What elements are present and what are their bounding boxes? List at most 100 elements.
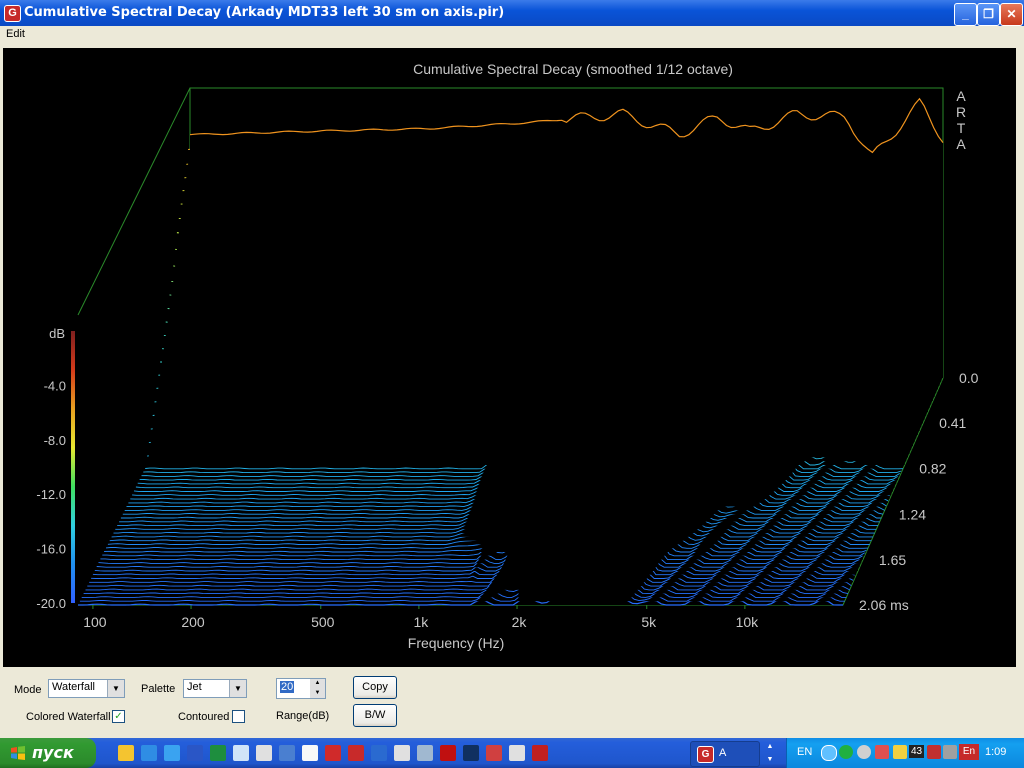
cherries-icon[interactable] [325,745,341,761]
keyboard-layout[interactable]: En [959,744,979,760]
language-indicator[interactable]: EN [797,746,812,758]
colorbar [71,331,75,603]
copy-button[interactable]: Copy [353,676,397,699]
time-tick-label: 0.82 [919,460,946,476]
palette-select[interactable]: Jet ▼ [183,679,247,698]
time-tick-label: 2.06 ms [859,597,909,613]
range-label: Range(dB) [276,710,330,722]
network-icon[interactable] [839,745,853,759]
start-label: пуск [32,743,74,762]
skull-icon[interactable] [509,745,525,761]
minimize-button[interactable]: _ [954,3,977,26]
mode-value: Waterfall [52,681,95,693]
maximize-button[interactable]: ❐ [977,3,1000,26]
close-button[interactable]: ✕ [1000,3,1023,26]
y-tick-label: -16.0 [36,542,66,557]
x-tick-label: 200 [181,614,205,630]
windows-flag-icon [11,746,25,760]
y-tick-label: -8.0 [44,433,66,448]
chevron-down-icon[interactable]: ▼ [107,680,124,697]
chevron-down-icon[interactable]: ▼ [229,680,246,697]
watermark-letter: R [956,104,966,120]
calc-icon[interactable] [256,745,272,761]
start-button[interactable]: пуск [0,738,96,768]
contoured-checkbox[interactable] [232,710,245,723]
excel-icon[interactable] [210,745,226,761]
menu-bar: Edit [0,26,1024,44]
time-tick-label: 1.24 [899,507,926,523]
task-label: A [719,747,727,759]
isis-icon[interactable] [371,745,387,761]
equalizer-icon[interactable] [927,745,941,759]
bw-button[interactable]: B/W [353,704,397,727]
tray-counter[interactable]: 43 [909,745,925,758]
time-tick-label: 0.0 [959,370,979,386]
power-icon[interactable] [532,745,548,761]
mode-select[interactable]: Waterfall ▼ [48,679,125,698]
waterfall-chart: Cumulative Spectral Decay (smoothed 1/12… [36,61,979,651]
y-axis-label: dB [49,326,65,341]
x-tick-label: 100 [83,614,107,630]
photoshop-icon[interactable] [463,745,479,761]
range-input[interactable]: 20 [280,681,295,693]
system-tray: EN 43 En 1:09 [786,738,1024,768]
watermark-letter: T [957,120,966,136]
window-title: Cumulative Spectral Decay (Arkady MDT33 … [24,5,505,20]
range-spinner[interactable]: 20 ▲ ▼ [276,678,326,699]
cloud-icon[interactable] [233,745,249,761]
y-tick-label: -4.0 [44,378,66,393]
media-icon[interactable] [279,745,295,761]
app-icon[interactable]: G [4,5,21,22]
decay-slice-line [78,584,843,606]
taskbar: пуск G A ▲ ▼ EN 43 En 1:09 [0,738,1024,768]
task-scroll[interactable]: ▲ ▼ [763,740,777,766]
contoured-label: Contoured [178,711,230,723]
title-bar: G Cumulative Spectral Decay (Arkady MDT3… [0,0,1024,26]
time-tick-label: 1.65 [879,552,906,568]
shield-icon[interactable] [893,745,907,759]
app-icon: G [697,746,714,763]
tool-icon[interactable] [302,745,318,761]
colored-waterfall-label: Colored Waterfall [26,711,111,723]
slice-mask [190,98,943,378]
x-tick-label: 1k [413,614,429,630]
y-tick-label: -20.0 [36,596,66,611]
cam-icon[interactable] [417,745,433,761]
colored-waterfall-checkbox[interactable]: ✓ [112,710,125,723]
palette-label: Palette [141,683,176,695]
red-app-icon[interactable] [440,745,456,761]
x-tick-label: 10k [736,614,760,630]
palette-value: Jet [187,681,202,693]
control-panel: Mode Waterfall ▼ Palette Jet ▼ Range(dB)… [0,670,1024,738]
chart-title: Cumulative Spectral Decay (smoothed 1/12… [413,61,733,77]
tool-tray-icon[interactable] [875,745,889,759]
spin-down-icon[interactable]: ▼ [310,688,325,698]
x-axis-label: Frequency (Hz) [408,635,504,651]
x-tick-label: 2k [512,614,528,630]
disc-icon[interactable] [857,745,871,759]
slice-mask [78,585,843,605]
watermark-letter: A [956,136,966,152]
mode-label: Mode [14,684,42,696]
explorer-icon[interactable] [118,745,134,761]
target-icon[interactable] [486,745,502,761]
arrow-icon[interactable] [164,745,180,761]
slice-mask [79,580,845,602]
plot-area[interactable]: Cumulative Spectral Decay (smoothed 1/12… [3,48,1016,667]
ares-icon[interactable] [348,745,364,761]
task-item-arta[interactable]: G A [690,741,760,767]
decay-slice-line [79,580,845,602]
ie-icon[interactable] [141,745,157,761]
x-tick-label: 5k [641,614,657,630]
y-tick-label: -12.0 [36,487,66,502]
word-icon[interactable] [187,745,203,761]
menu-edit[interactable]: Edit [6,28,25,40]
doc-icon[interactable] [394,745,410,761]
watermark-letter: A [956,88,966,104]
clock: 1:09 [985,746,1007,758]
time-tick-label: 0.41 [939,415,966,431]
volume-icon[interactable] [943,745,957,759]
spin-up-icon[interactable]: ▲ [310,679,325,688]
back-icon[interactable] [821,745,837,761]
x-tick-label: 500 [311,614,335,630]
